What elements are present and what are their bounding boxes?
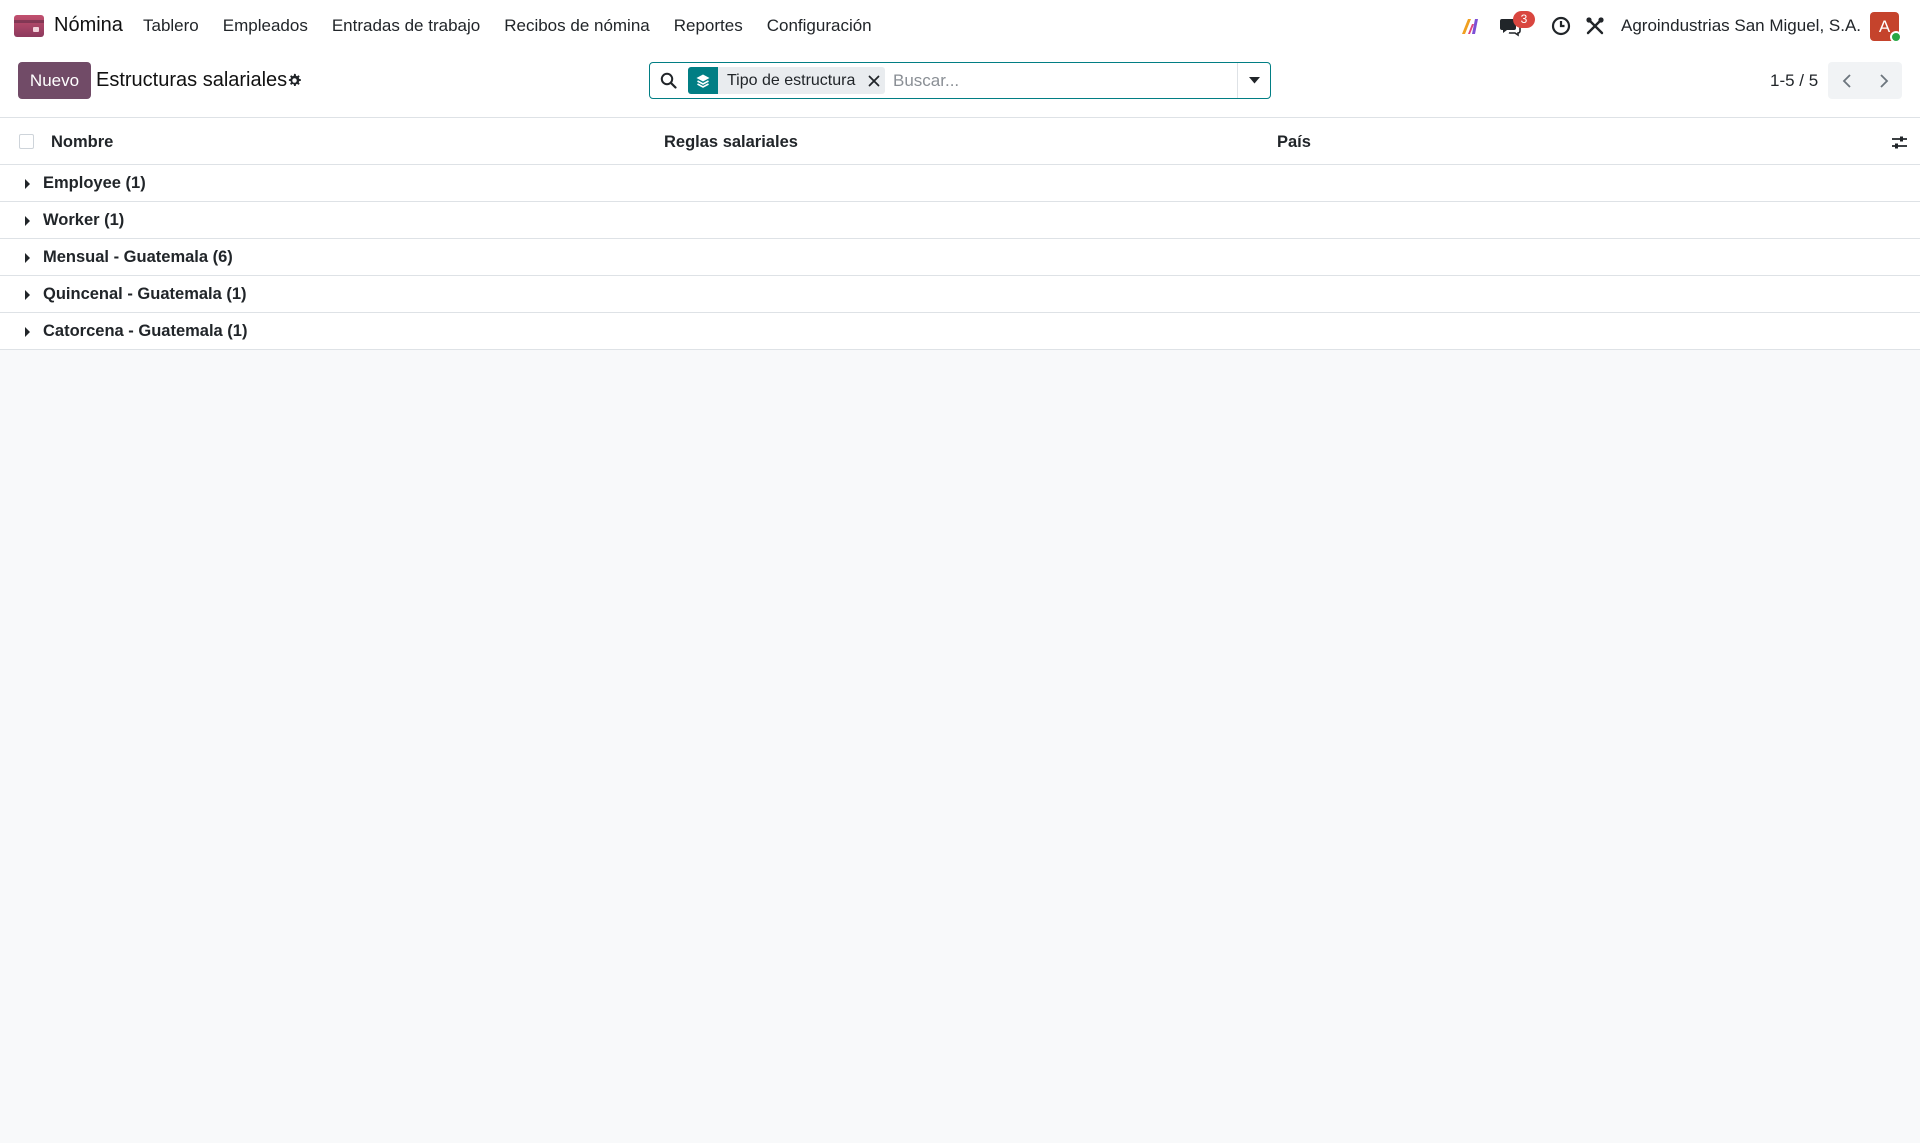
menu-item-empleados[interactable]: Empleados — [223, 16, 308, 36]
optional-columns-icon[interactable] — [1891, 134, 1908, 151]
menu-item-tablero[interactable]: Tablero — [143, 16, 199, 36]
gear-icon[interactable] — [287, 73, 302, 88]
group-row-quincenal-guatemala[interactable]: Quincenal - Guatemala (1) — [0, 276, 1920, 313]
control-panel: Nuevo Estructuras salariales Tipo de est… — [0, 52, 1920, 118]
caret-down-icon — [1248, 77, 1260, 84]
group-label: Employee (1) — [43, 174, 146, 192]
menu-item-recibos-de-nomina[interactable]: Recibos de nómina — [504, 16, 650, 36]
group-label: Quincenal - Guatemala (1) — [43, 285, 247, 303]
company-switcher[interactable]: Agroindustrias San Miguel, S.A. — [1621, 16, 1861, 36]
group-by-layers-icon — [688, 67, 718, 94]
group-row-mensual-guatemala[interactable]: Mensual - Guatemala (6) — [0, 239, 1920, 276]
list-header: Nombre Reglas salariales País — [0, 118, 1920, 165]
top-navbar: Nómina Tablero Empleados Entradas de tra… — [0, 0, 1920, 52]
chevron-left-icon — [1842, 73, 1851, 88]
menu-item-configuracion[interactable]: Configuración — [767, 16, 872, 36]
group-row-worker[interactable]: Worker (1) — [0, 202, 1920, 239]
search-input[interactable] — [893, 69, 1233, 93]
group-label: Worker (1) — [43, 211, 125, 229]
search-options-toggle[interactable] — [1237, 63, 1270, 98]
main-menu: Tablero Empleados Entradas de trabajo Re… — [143, 16, 896, 36]
pager-value[interactable]: 1-5 / 5 — [1770, 71, 1818, 91]
new-button[interactable]: Nuevo — [18, 62, 91, 99]
group-row-catorcena-guatemala[interactable]: Catorcena - Guatemala (1) — [0, 313, 1920, 350]
group-row-employee[interactable]: Employee (1) — [0, 165, 1920, 202]
caret-right-icon — [25, 253, 30, 263]
online-status-icon — [1890, 31, 1902, 43]
caret-right-icon — [25, 179, 30, 189]
menu-item-entradas-de-trabajo[interactable]: Entradas de trabajo — [332, 16, 480, 36]
payroll-app-icon[interactable] — [14, 15, 44, 37]
group-label: Mensual - Guatemala (6) — [43, 248, 233, 266]
caret-right-icon — [25, 327, 30, 337]
column-header-nombre[interactable]: Nombre — [51, 133, 113, 152]
menu-item-reportes[interactable]: Reportes — [674, 16, 743, 36]
page-title: Estructuras salariales — [96, 69, 288, 91]
tools-icon[interactable] — [1585, 16, 1605, 36]
search-facet[interactable]: Tipo de estructura — [688, 67, 886, 94]
column-header-reglas-salariales[interactable]: Reglas salariales — [664, 133, 798, 152]
chat-unread-badge: 3 — [1513, 11, 1535, 28]
search-bar: Tipo de estructura — [649, 62, 1271, 99]
search-icon[interactable] — [660, 72, 677, 89]
pager-next-button[interactable] — [1865, 62, 1902, 99]
remove-facet-icon[interactable] — [863, 67, 885, 94]
caret-right-icon — [25, 290, 30, 300]
pager-previous-button[interactable] — [1828, 62, 1865, 99]
search-facet-label: Tipo de estructura — [727, 71, 856, 89]
group-label: Catorcena - Guatemala (1) — [43, 322, 248, 340]
ai-icon[interactable] — [1460, 16, 1480, 36]
clock-icon[interactable] — [1551, 16, 1571, 36]
app-name[interactable]: Nómina — [54, 14, 123, 37]
select-all-checkbox[interactable] — [19, 134, 34, 149]
column-header-pais[interactable]: País — [1277, 133, 1311, 152]
chevron-right-icon — [1879, 73, 1888, 88]
caret-right-icon — [25, 216, 30, 226]
